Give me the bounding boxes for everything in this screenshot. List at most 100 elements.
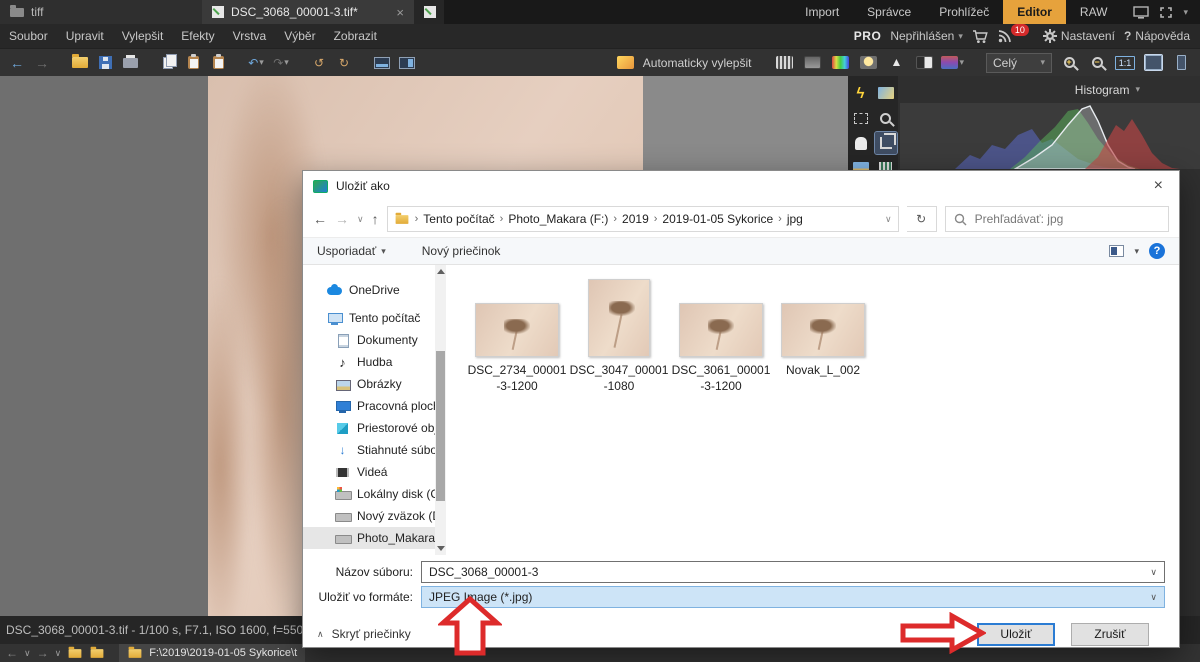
selection-tool[interactable] bbox=[850, 107, 872, 129]
sidebar-item-videos[interactable]: Videá bbox=[303, 461, 435, 483]
menu-upravit[interactable]: Upravit bbox=[57, 24, 113, 48]
sidebar-item-music[interactable]: ♪Hudba bbox=[303, 351, 435, 373]
history-chevron-icon[interactable]: ∨ bbox=[357, 214, 364, 225]
effects-button[interactable]: ▾ bbox=[941, 52, 964, 74]
menu-efekty[interactable]: Efekty bbox=[172, 24, 223, 48]
chevron-down-icon[interactable]: ∨ bbox=[55, 648, 62, 659]
login-menu[interactable]: Nepřihlášen ▾ bbox=[890, 29, 963, 43]
dialog-forward-button[interactable]: → bbox=[335, 211, 349, 227]
exposure-button[interactable] bbox=[857, 52, 879, 74]
pan-tool[interactable] bbox=[850, 132, 872, 154]
view-mode-icon[interactable] bbox=[1109, 245, 1124, 257]
saturation-button[interactable] bbox=[829, 52, 851, 74]
file-item[interactable]: Novak_L_002 bbox=[773, 279, 873, 379]
sidebar-item-pictures[interactable]: Obrázky bbox=[303, 373, 435, 395]
sidebar-item-this-pc[interactable]: Tento počítač bbox=[303, 307, 435, 329]
module-import[interactable]: Import bbox=[791, 0, 853, 24]
quick-fix-tool[interactable] bbox=[875, 82, 897, 104]
search-input[interactable]: Prehľadávať: jpg bbox=[945, 206, 1169, 232]
new-folder-button[interactable]: Nový priečinok bbox=[422, 244, 501, 258]
levels-button[interactable] bbox=[773, 52, 795, 74]
close-icon[interactable]: × bbox=[1148, 177, 1169, 195]
scrollbar-thumb[interactable] bbox=[436, 351, 445, 501]
document-tab-stub[interactable] bbox=[414, 0, 444, 24]
rotate-left-button[interactable]: ↺ bbox=[308, 52, 330, 74]
menu-zobrazit[interactable]: Zobrazit bbox=[325, 24, 386, 48]
menu-vylepsit[interactable]: Vylepšit bbox=[113, 24, 173, 48]
quick-edits-tool[interactable]: ϟ bbox=[850, 82, 872, 104]
adjust-button[interactable] bbox=[913, 52, 935, 74]
undo-button[interactable]: ↶▾ bbox=[245, 52, 267, 74]
chevron-down-icon[interactable]: ∨ bbox=[1150, 592, 1157, 603]
sidebar-item-downloads[interactable]: ↓Stiahnuté súbory bbox=[303, 439, 435, 461]
chevron-down-icon[interactable]: ▾ bbox=[1183, 7, 1188, 18]
redo-button[interactable]: ↷▾ bbox=[270, 52, 292, 74]
menu-vyber[interactable]: Výběr bbox=[275, 24, 324, 48]
breadcrumb-item[interactable]: 2019-01-05 Sykorice bbox=[662, 212, 773, 226]
file-item[interactable]: DSC_3061_00001-3-1200 bbox=[671, 279, 771, 394]
file-item[interactable]: DSC_2734_00001-3-1200 bbox=[467, 279, 567, 394]
dialog-titlebar[interactable]: Uložiť ako × bbox=[303, 171, 1179, 201]
view-sidepanel-button[interactable] bbox=[396, 52, 418, 74]
open-file-button[interactable] bbox=[69, 52, 91, 74]
paste-button[interactable] bbox=[182, 52, 204, 74]
forward-button[interactable]: → bbox=[31, 52, 53, 74]
crop-tool[interactable] bbox=[875, 132, 897, 154]
document-tab-tiff[interactable]: tiff bbox=[0, 0, 202, 24]
organize-menu[interactable]: Usporiadať ▾ bbox=[317, 244, 386, 258]
sidebar-item-documents[interactable]: Dokumenty bbox=[303, 329, 435, 351]
settings-button[interactable]: Nastavení bbox=[1043, 29, 1115, 43]
back-button[interactable]: ← bbox=[6, 52, 28, 74]
zoom-in-button[interactable]: + bbox=[1058, 52, 1080, 74]
browse-folder-icon[interactable] bbox=[91, 649, 104, 658]
zoom-mode-select[interactable]: Celý ▾ bbox=[986, 53, 1052, 73]
scroll-up-icon[interactable] bbox=[437, 269, 445, 274]
auto-enhance-label[interactable]: Automaticky vylepšit bbox=[643, 56, 752, 70]
copy-button[interactable] bbox=[157, 52, 179, 74]
menu-soubor[interactable]: Soubor bbox=[0, 24, 57, 48]
chevron-down-icon[interactable]: ▾ bbox=[1134, 246, 1139, 257]
paste-special-button[interactable] bbox=[207, 52, 229, 74]
zoom-tool[interactable] bbox=[875, 107, 897, 129]
monitor-icon[interactable] bbox=[1133, 6, 1149, 19]
close-tab-icon[interactable]: × bbox=[396, 6, 404, 19]
breadcrumb-item[interactable]: 2019 bbox=[622, 212, 649, 226]
fit-to-screen-button[interactable] bbox=[1142, 52, 1164, 74]
sidebar-scrollbar[interactable] bbox=[435, 265, 446, 555]
breadcrumb[interactable]: › Tento počítač › Photo_Makara (F:) › 20… bbox=[387, 206, 899, 232]
filename-input[interactable]: DSC_3068_00001-3 ∨ bbox=[421, 561, 1165, 583]
save-button[interactable]: Uložiť bbox=[977, 623, 1055, 646]
cancel-button[interactable]: Zrušiť bbox=[1071, 623, 1149, 646]
sidebar-item-disk-d[interactable]: Nový zväzok (D: bbox=[303, 505, 435, 527]
file-item[interactable]: DSC_3047_00001-1080 bbox=[569, 279, 669, 394]
menu-vrstva[interactable]: Vrstva bbox=[224, 24, 276, 48]
current-path-field[interactable]: F:\2019\2019-01-05 Sykorice\t bbox=[119, 644, 305, 662]
zoom-out-button[interactable]: − bbox=[1086, 52, 1108, 74]
auto-enhance-button[interactable] bbox=[615, 52, 637, 74]
sidebar-item-photo-makara[interactable]: Photo_Makara (F bbox=[303, 527, 435, 549]
scroll-down-icon[interactable] bbox=[437, 546, 445, 551]
refresh-button[interactable]: ↻ bbox=[907, 206, 937, 232]
breadcrumb-item[interactable]: Tento počítač bbox=[423, 212, 494, 226]
chevron-down-icon[interactable]: ∨ bbox=[1150, 567, 1157, 578]
save-file-button[interactable] bbox=[94, 52, 116, 74]
sidebar-item-3d-objects[interactable]: Priestorové obje bbox=[303, 417, 435, 439]
module-prohlizec[interactable]: Prohlížeč bbox=[925, 0, 1003, 24]
sidebar-item-onedrive[interactable]: OneDrive bbox=[303, 279, 435, 301]
breadcrumb-item[interactable]: jpg bbox=[787, 212, 803, 226]
view-filmstrip-button[interactable] bbox=[371, 52, 393, 74]
chevron-down-icon[interactable]: ∨ bbox=[24, 648, 31, 659]
help-button[interactable]: ? Nápověda bbox=[1124, 29, 1190, 43]
nav-forward-button[interactable]: → bbox=[37, 646, 49, 660]
fullscreen-icon[interactable] bbox=[1159, 6, 1173, 19]
sidebar-item-disk-c[interactable]: Lokálny disk (C:) bbox=[303, 483, 435, 505]
breadcrumb-item[interactable]: Photo_Makara (F:) bbox=[508, 212, 608, 226]
sidebar-item-desktop[interactable]: Pracovná plocha bbox=[303, 395, 435, 417]
format-select[interactable]: JPEG Image (*.jpg) ∨ bbox=[421, 586, 1165, 608]
notifications-icon[interactable]: 10 bbox=[998, 29, 1034, 43]
nav-back-button[interactable]: ← bbox=[6, 646, 18, 660]
sharpen-button[interactable]: ▲ bbox=[885, 52, 907, 74]
document-tab-active-file[interactable]: DSC_3068_00001-3.tif* × bbox=[202, 0, 414, 24]
help-icon[interactable]: ? bbox=[1149, 243, 1165, 259]
dialog-back-button[interactable]: ← bbox=[313, 211, 327, 227]
